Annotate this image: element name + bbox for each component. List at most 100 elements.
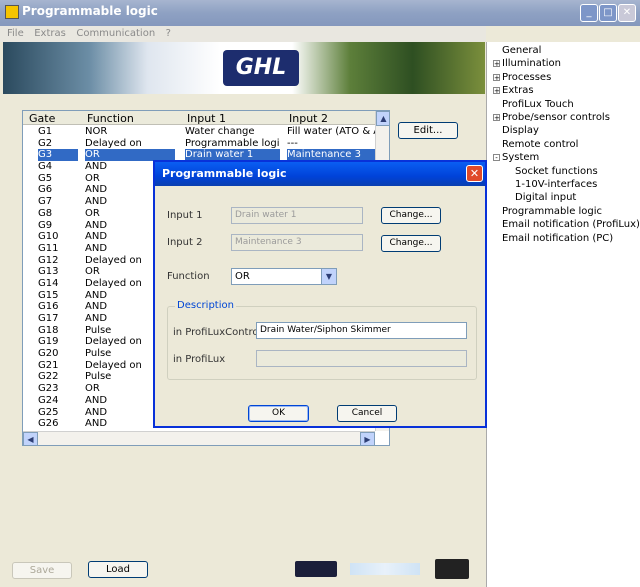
tree-item-label: Processes xyxy=(502,71,552,83)
laptop-icon xyxy=(435,559,469,579)
tree-item-illumination[interactable]: + Illumination xyxy=(493,58,561,69)
tree-item-label: Socket functions xyxy=(515,165,598,177)
scroll-left-icon[interactable]: ◀ xyxy=(23,432,38,445)
change-input1-button[interactable]: Change... xyxy=(381,207,441,224)
controller-device-icon xyxy=(295,561,337,577)
cell-gate: G13 xyxy=(38,266,59,278)
description-legend: Description xyxy=(175,300,236,311)
tree-item-label: Extras xyxy=(502,85,534,97)
tree-item-probe-sensor-controls[interactable]: + Probe/sensor controls xyxy=(493,112,610,123)
app-icon xyxy=(5,5,19,19)
cell-gate: G4 xyxy=(38,161,53,173)
cell-gate: G3 xyxy=(38,149,78,162)
dialog-close-icon[interactable]: ✕ xyxy=(466,165,483,182)
table-row[interactable]: G2 Delayed on Programmable logic 1 --- xyxy=(23,138,375,150)
cell-gate: G1 xyxy=(38,126,53,137)
col-header-input2[interactable]: Input 2 xyxy=(289,112,328,125)
menu-extras[interactable]: Extras xyxy=(34,26,66,42)
menu-file[interactable]: File xyxy=(7,26,24,42)
tree-item-socket-functions[interactable]: Socket functions xyxy=(515,166,598,177)
col-header-gate[interactable]: Gate xyxy=(29,112,55,125)
tree-item-system[interactable]: - System xyxy=(493,152,539,163)
cell-function: Delayed on xyxy=(85,137,142,149)
expand-icon[interactable]: + xyxy=(493,60,500,68)
scroll-right-icon[interactable]: ▶ xyxy=(360,432,375,445)
tree-item-1-10v-interfaces[interactable]: 1-10V-interfaces xyxy=(515,179,597,190)
tree-item-remote-control[interactable]: Remote control xyxy=(502,139,578,150)
tree-item-profilux-touch[interactable]: ProfiLux Touch xyxy=(502,99,574,110)
expand-icon[interactable]: + xyxy=(493,73,500,81)
tree-item-label: Email notification (ProfiLux) xyxy=(502,219,640,231)
profiluxcontrol-field[interactable]: Drain Water/Siphon Skimmer xyxy=(256,322,467,339)
ghl-logo: GHL xyxy=(223,50,299,86)
col-header-function[interactable]: Function xyxy=(87,112,134,125)
programmable-logic-dialog: Programmable logic ✕ Input 1 Drain water… xyxy=(153,160,487,428)
cell-gate: G9 xyxy=(38,219,53,231)
cancel-button[interactable]: Cancel xyxy=(337,405,397,422)
menu-communication[interactable]: Communication xyxy=(76,26,155,42)
minimize-button[interactable]: _ xyxy=(580,4,598,22)
tree-item-label: Programmable logic xyxy=(502,205,603,217)
cell-gate: G24 xyxy=(38,394,59,406)
transfer-arrow-icon xyxy=(350,563,420,575)
cell-input1: Programmable logic 1 xyxy=(185,137,280,149)
ok-button[interactable]: OK xyxy=(248,405,309,422)
tree-item-processes[interactable]: + Processes xyxy=(493,72,551,83)
tree-item-general[interactable]: General xyxy=(502,45,541,56)
tree-item-digital-input[interactable]: Digital input xyxy=(515,192,576,203)
scroll-up-icon[interactable]: ▲ xyxy=(376,111,389,126)
tree-item-label: Display xyxy=(502,125,539,137)
function-select[interactable]: OR ▼ xyxy=(231,268,337,285)
menu-bar: File Extras Communication ? xyxy=(0,26,486,42)
edit-button[interactable]: Edit... xyxy=(398,122,458,139)
tree-item-programmable-logic[interactable]: Programmable logic xyxy=(502,206,602,217)
input1-field: Drain water 1 xyxy=(231,207,363,224)
window-title: Programmable logic xyxy=(22,4,158,18)
tree-item-label: Probe/sensor controls xyxy=(502,112,610,123)
horizontal-scrollbar[interactable]: ◀ ▶ xyxy=(23,431,375,445)
table-row[interactable]: G1 NOR Water change Fill water (ATO & AW... xyxy=(23,126,375,138)
expand-icon[interactable]: + xyxy=(493,87,500,95)
input2-label: Input 2 xyxy=(167,237,203,248)
tree-item-display[interactable]: Display xyxy=(502,125,539,136)
input2-field: Maintenance 3 xyxy=(231,234,363,251)
cell-gate: G26 xyxy=(38,418,59,430)
save-button[interactable]: Save xyxy=(12,562,72,579)
maximize-button[interactable]: □ xyxy=(599,4,617,22)
cell-function: NOR xyxy=(85,126,108,137)
cell-gate: G22 xyxy=(38,371,59,383)
close-button[interactable]: ✕ xyxy=(618,4,636,22)
cell-gate: G8 xyxy=(38,207,53,219)
tree-item-label: Digital input xyxy=(515,192,577,204)
banner-image: GHL xyxy=(3,42,485,94)
cell-gate: G18 xyxy=(38,324,59,336)
tree-item-extras[interactable]: + Extras xyxy=(493,85,534,96)
cell-input2: --- xyxy=(287,137,298,149)
col-header-input1[interactable]: Input 1 xyxy=(187,112,226,125)
chevron-down-icon[interactable]: ▼ xyxy=(321,269,336,284)
tree-item-label: ProfiLux Touch xyxy=(502,98,574,110)
tree-item-label: Illumination xyxy=(502,58,561,70)
cell-gate: G21 xyxy=(38,359,59,371)
cell-gate: G17 xyxy=(38,313,59,324)
expand-icon[interactable]: + xyxy=(493,114,500,122)
change-input2-button[interactable]: Change... xyxy=(381,235,441,252)
cell-input2: Fill water (ATO & AW... xyxy=(287,126,375,137)
tree-item-email-notification-profilux-[interactable]: Email notification (ProfiLux) xyxy=(502,219,640,230)
profilux-field xyxy=(256,350,467,367)
input1-label: Input 1 xyxy=(167,210,203,221)
tree-item-email-notification-pc-[interactable]: Email notification (PC) xyxy=(502,233,613,244)
cell-gate: G20 xyxy=(38,348,59,360)
cell-gate: G16 xyxy=(38,301,59,313)
collapse-icon[interactable]: - xyxy=(493,154,500,162)
dialog-title-bar: Programmable logic ✕ xyxy=(155,162,485,186)
tree-item-label: Email notification (PC) xyxy=(502,232,614,244)
title-bar: Programmable logic _ □ ✕ xyxy=(0,0,640,26)
cell-gate: G25 xyxy=(38,406,59,418)
tree-item-label: General xyxy=(502,45,542,56)
function-select-value: OR xyxy=(235,271,250,282)
menu-help[interactable]: ? xyxy=(166,26,171,42)
cell-gate: G15 xyxy=(38,289,59,301)
transfer-graphic xyxy=(295,557,475,581)
load-button[interactable]: Load xyxy=(88,561,148,578)
